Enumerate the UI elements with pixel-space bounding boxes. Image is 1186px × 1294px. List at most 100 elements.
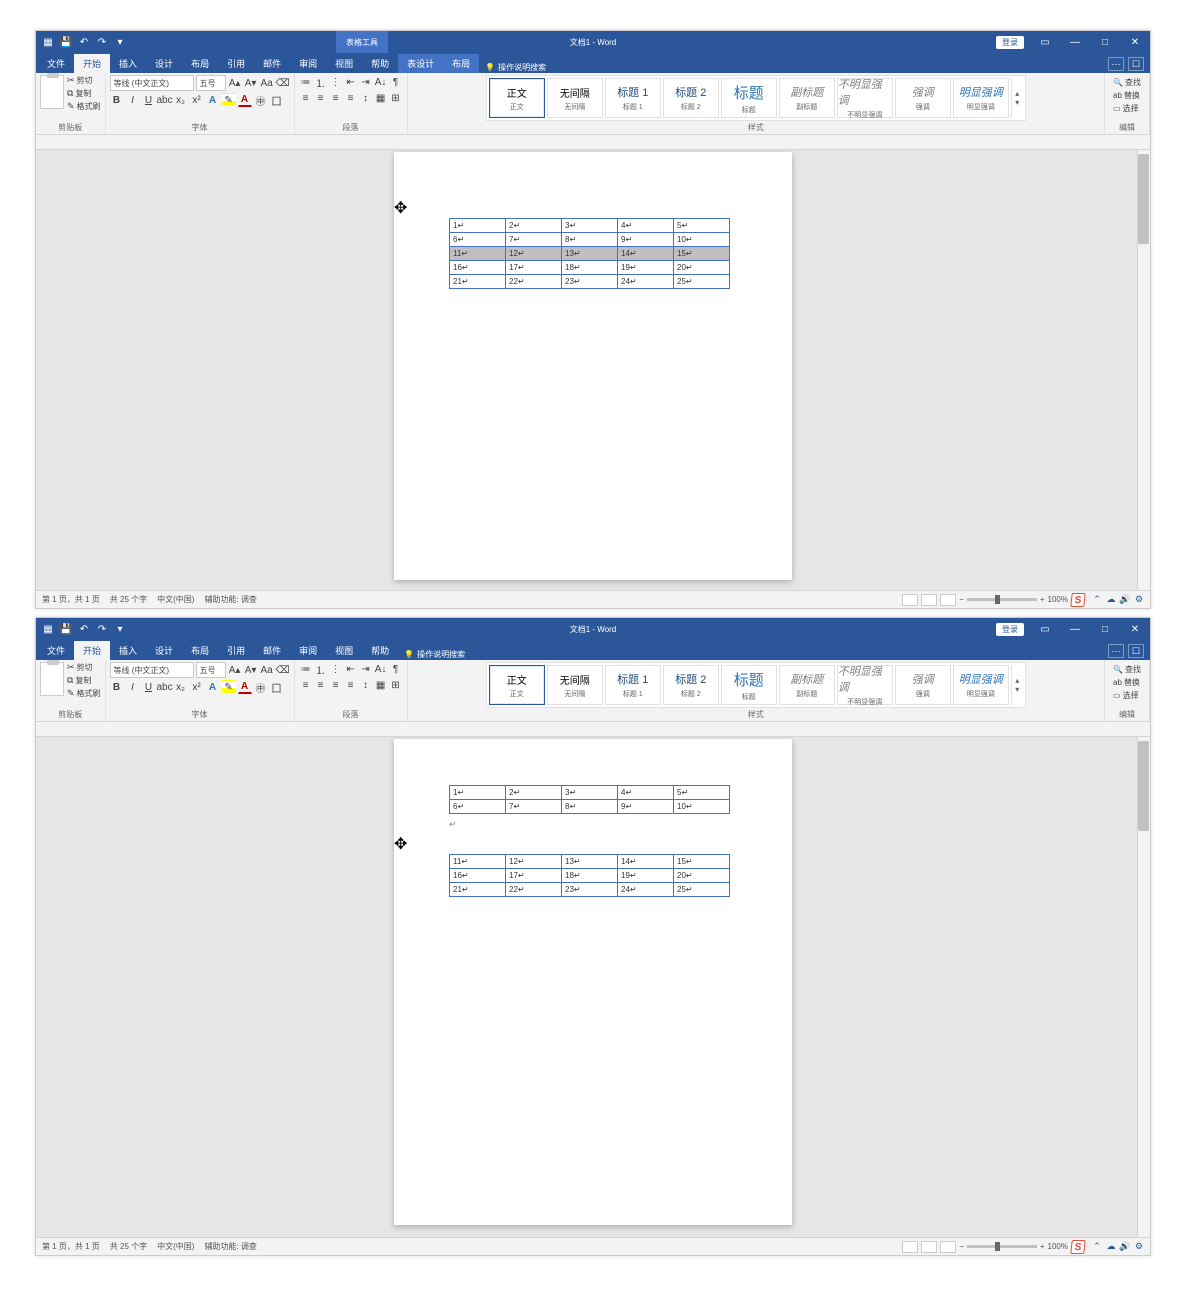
table-cell[interactable]: 19↵ [618, 869, 674, 883]
table-row[interactable]: 16↵17↵18↵19↵20↵ [450, 261, 730, 275]
table-row[interactable]: 21↵22↵23↵24↵25↵ [450, 275, 730, 289]
share-icon[interactable]: ⋯ [1108, 644, 1124, 658]
table-cell[interactable]: 9↵ [618, 800, 674, 814]
increase-indent-icon[interactable]: ⇥ [359, 662, 373, 676]
table-cell[interactable]: 4↵ [618, 219, 674, 233]
bold-button[interactable]: B [110, 93, 124, 107]
table-cell[interactable]: 10↵ [674, 233, 730, 247]
style-heading2[interactable]: 标题 2标题 2 [663, 78, 719, 118]
font-name-combo[interactable]: 等线 (中文正文) [110, 75, 194, 91]
style-subtle-emph[interactable]: 不明显强调不明显强调 [837, 665, 893, 705]
subscript-button[interactable]: x₂ [174, 680, 188, 694]
table-cell[interactable]: 17↵ [506, 869, 562, 883]
close-icon[interactable]: ✕ [1120, 618, 1150, 640]
login-button[interactable]: 登录 [996, 623, 1024, 636]
styles-more-icon[interactable]: ▴▾ [1011, 665, 1023, 705]
tab-references[interactable]: 引用 [218, 641, 254, 660]
table-row[interactable]: 11↵12↵13↵14↵15↵ [450, 855, 730, 869]
zoom-in-icon[interactable]: + [1040, 1242, 1045, 1251]
italic-button[interactable]: I [126, 93, 140, 107]
replace-button[interactable]: ab 替换 [1113, 677, 1141, 688]
status-page[interactable]: 第 1 页，共 1 页 [42, 594, 100, 605]
tab-references[interactable]: 引用 [218, 54, 254, 73]
table-cell[interactable]: 24↵ [618, 275, 674, 289]
style-normal[interactable]: 正文正文 [489, 78, 545, 118]
tab-home[interactable]: 开始 [74, 641, 110, 660]
table-cell[interactable]: 19↵ [618, 261, 674, 275]
show-marks-icon[interactable]: ¶ [389, 75, 403, 89]
tab-table-design[interactable]: 表设计 [398, 54, 443, 73]
document-table[interactable]: 1↵2↵3↵4↵5↵6↵7↵8↵9↵10↵11↵12↵13↵14↵15↵16↵1… [449, 218, 730, 289]
table-cell[interactable]: 24↵ [618, 883, 674, 897]
table-move-handle-icon[interactable]: ✥ [394, 200, 407, 217]
ribbon-display-icon[interactable]: ▭ [1030, 618, 1060, 640]
table-cell[interactable]: 11↵ [450, 247, 506, 261]
tab-review[interactable]: 审阅 [290, 641, 326, 660]
tray-icon[interactable]: 🔊 [1120, 595, 1130, 605]
status-words[interactable]: 共 25 个字 [110, 594, 147, 605]
table-cell[interactable]: 15↵ [674, 855, 730, 869]
style-intense-emph[interactable]: 明显强调明显强调 [953, 78, 1009, 118]
table-cell[interactable]: 5↵ [674, 219, 730, 233]
underline-button[interactable]: U [142, 93, 156, 107]
document-table-bottom[interactable]: 11↵12↵13↵14↵15↵16↵17↵18↵19↵20↵21↵22↵23↵2… [449, 854, 730, 897]
select-button[interactable]: ▭ 选择 [1113, 103, 1141, 114]
char-border-icon[interactable]: 囗 [270, 680, 284, 694]
paste-button[interactable] [40, 75, 64, 109]
redo-icon[interactable]: ↷ [96, 623, 108, 635]
table-cell[interactable]: 7↵ [506, 800, 562, 814]
vertical-scrollbar[interactable] [1137, 150, 1150, 590]
view-web-icon[interactable] [940, 594, 956, 606]
style-nospacing[interactable]: 无间隔无间隔 [547, 78, 603, 118]
table-cell[interactable]: 8↵ [562, 800, 618, 814]
table-cell[interactable]: 10↵ [674, 800, 730, 814]
line-spacing-icon[interactable]: ↕ [359, 91, 373, 105]
table-cell[interactable]: 20↵ [674, 261, 730, 275]
vertical-scrollbar[interactable] [1137, 737, 1150, 1237]
copy-button[interactable]: 复制 [67, 88, 101, 99]
align-right-icon[interactable]: ≡ [329, 678, 343, 692]
tab-table-layout[interactable]: 布局 [443, 54, 479, 73]
close-icon[interactable]: ✕ [1120, 31, 1150, 53]
table-cell[interactable]: 7↵ [506, 233, 562, 247]
scroll-thumb[interactable] [1138, 154, 1149, 244]
table-row[interactable]: 6↵7↵8↵9↵10↵ [450, 233, 730, 247]
clear-format-icon[interactable]: ⌫ [276, 663, 290, 677]
save-icon[interactable]: 💾 [60, 36, 72, 48]
style-heading1[interactable]: 标题 1标题 1 [605, 78, 661, 118]
style-heading2[interactable]: 标题 2标题 2 [663, 665, 719, 705]
font-size-combo[interactable]: 五号 [196, 662, 226, 678]
font-size-combo[interactable]: 五号 [196, 75, 226, 91]
tray-icon[interactable]: ⚙ [1134, 595, 1144, 605]
replace-button[interactable]: ab 替换 [1113, 90, 1141, 101]
multilevel-icon[interactable]: ⋮ [329, 662, 343, 676]
sogou-ime-icon[interactable]: S [1070, 1240, 1085, 1254]
font-color-icon[interactable]: A [238, 680, 252, 694]
decrease-indent-icon[interactable]: ⇤ [344, 662, 358, 676]
table-cell[interactable]: 15↵ [674, 247, 730, 261]
strikethrough-button[interactable]: abc [158, 93, 172, 107]
grow-font-icon[interactable]: A▴ [228, 76, 242, 90]
table-move-handle-icon[interactable]: ✥ [394, 836, 407, 853]
table-cell[interactable]: 17↵ [506, 261, 562, 275]
zoom-level[interactable]: 100% [1048, 595, 1068, 604]
table-cell[interactable]: 13↵ [562, 247, 618, 261]
sort-icon[interactable]: A↓ [374, 75, 388, 89]
format-painter-button[interactable]: 格式刷 [67, 101, 101, 112]
tab-mailings[interactable]: 邮件 [254, 54, 290, 73]
autosave-icon[interactable]: ▦ [42, 623, 54, 635]
style-subtle-emph[interactable]: 不明显强调不明显强调 [837, 78, 893, 118]
styles-gallery[interactable]: 正文正文 无间隔无间隔 标题 1标题 1 标题 2标题 2 标题标题 副标题副标… [486, 662, 1026, 708]
grow-font-icon[interactable]: A▴ [228, 663, 242, 677]
align-right-icon[interactable]: ≡ [329, 91, 343, 105]
char-border-icon[interactable]: 囗 [270, 93, 284, 107]
align-left-icon[interactable]: ≡ [299, 678, 313, 692]
status-lang[interactable]: 中文(中国) [157, 1241, 194, 1252]
zoom-in-icon[interactable]: + [1040, 595, 1045, 604]
bullets-icon[interactable]: ≔ [299, 662, 313, 676]
table-cell[interactable]: 16↵ [450, 261, 506, 275]
phonetic-guide-icon[interactable]: ㊥ [254, 680, 268, 694]
table-row[interactable]: 21↵22↵23↵24↵25↵ [450, 883, 730, 897]
zoom-out-icon[interactable]: − [959, 1242, 964, 1251]
select-button[interactable]: ▭ 选择 [1113, 690, 1141, 701]
